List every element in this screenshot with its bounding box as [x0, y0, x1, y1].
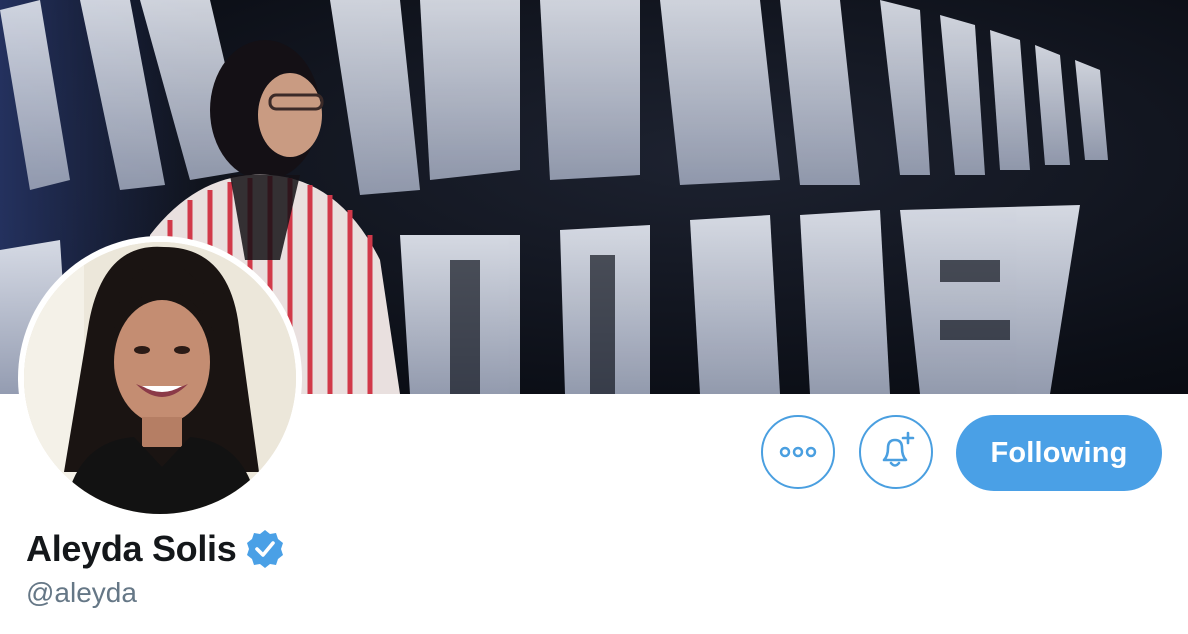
- more-button[interactable]: [761, 415, 835, 489]
- following-label: Following: [990, 436, 1128, 469]
- avatar[interactable]: [24, 242, 296, 514]
- bell-plus-icon: [882, 431, 915, 467]
- avatar-image: [24, 242, 296, 514]
- profile-name-row: Aleyda Solis: [26, 526, 286, 572]
- profile-name: Aleyda Solis: [26, 528, 237, 569]
- verified-badge-icon: [247, 530, 284, 568]
- notifications-button[interactable]: [859, 415, 933, 489]
- profile-handle: @aleyda: [26, 577, 137, 608]
- more-horizontal-icon: [779, 446, 817, 458]
- following-button[interactable]: Following: [956, 415, 1162, 491]
